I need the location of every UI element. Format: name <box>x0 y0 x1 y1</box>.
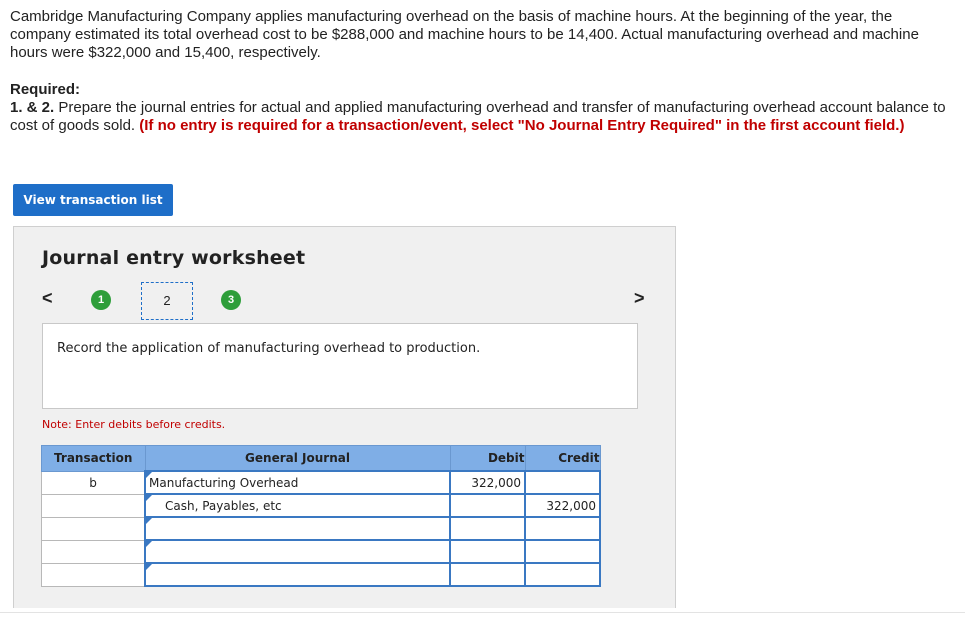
debit-input[interactable] <box>449 516 526 541</box>
credit-input[interactable] <box>524 516 601 541</box>
journal-table: Transaction General Journal Debit Credit… <box>41 445 601 587</box>
debit-input[interactable] <box>449 493 526 518</box>
required-instructions: 1. & 2. Prepare the journal entries for … <box>10 99 955 135</box>
header-transaction: Transaction <box>41 445 146 472</box>
dropdown-marker-icon <box>146 564 152 570</box>
page-divider <box>0 612 965 613</box>
table-row: Cash, Payables, etc 322,000 <box>41 493 601 518</box>
required-red-note: (If no entry is required for a transacti… <box>139 117 905 134</box>
step-1-button[interactable]: 1 <box>91 290 111 310</box>
account-select[interactable] <box>144 539 451 564</box>
table-row <box>41 539 601 564</box>
entry-prompt: Record the application of manufacturing … <box>57 341 481 356</box>
transaction-cell: b <box>41 470 146 495</box>
problem-intro: Cambridge Manufacturing Company applies … <box>10 8 919 61</box>
view-transaction-list-button[interactable]: View transaction list <box>13 184 173 216</box>
header-credit: Credit <box>524 445 601 472</box>
transaction-cell <box>41 539 146 564</box>
journal-table-header: Transaction General Journal Debit Credit <box>41 445 601 472</box>
account-select[interactable] <box>144 562 451 587</box>
dropdown-marker-icon <box>146 472 152 478</box>
account-select[interactable]: Manufacturing Overhead <box>144 470 451 495</box>
credit-input[interactable] <box>524 539 601 564</box>
transaction-cell <box>41 562 146 587</box>
entry-note: Note: Enter debits before credits. <box>42 418 226 431</box>
required-number: 1. & 2. <box>10 99 55 116</box>
transaction-cell <box>41 516 146 541</box>
dropdown-marker-icon <box>146 495 152 501</box>
step-3-button[interactable]: 3 <box>221 290 241 310</box>
dropdown-marker-icon <box>146 541 152 547</box>
credit-input[interactable] <box>524 562 601 587</box>
transaction-cell <box>41 493 146 518</box>
entry-prompt-box: Record the application of manufacturing … <box>42 323 638 409</box>
credit-input[interactable] <box>524 470 601 495</box>
table-row <box>41 562 601 587</box>
dropdown-marker-icon <box>146 518 152 524</box>
header-debit: Debit <box>449 445 526 472</box>
table-row <box>41 516 601 541</box>
credit-input[interactable]: 322,000 <box>524 493 601 518</box>
debit-input[interactable]: 322,000 <box>449 470 526 495</box>
debit-input[interactable] <box>449 562 526 587</box>
account-select[interactable]: Cash, Payables, etc <box>144 493 451 518</box>
step-2-button[interactable]: 2 <box>141 282 193 320</box>
prev-arrow-icon[interactable]: < <box>42 288 53 309</box>
journal-entry-worksheet: Journal entry worksheet < 1 2 3 > Record… <box>13 226 676 608</box>
table-row: b Manufacturing Overhead 322,000 <box>41 470 601 495</box>
header-general-journal: General Journal <box>144 445 451 472</box>
next-arrow-icon[interactable]: > <box>634 288 645 309</box>
required-title: Required: <box>10 81 81 98</box>
worksheet-title: Journal entry worksheet <box>42 247 306 269</box>
account-select[interactable] <box>144 516 451 541</box>
debit-input[interactable] <box>449 539 526 564</box>
